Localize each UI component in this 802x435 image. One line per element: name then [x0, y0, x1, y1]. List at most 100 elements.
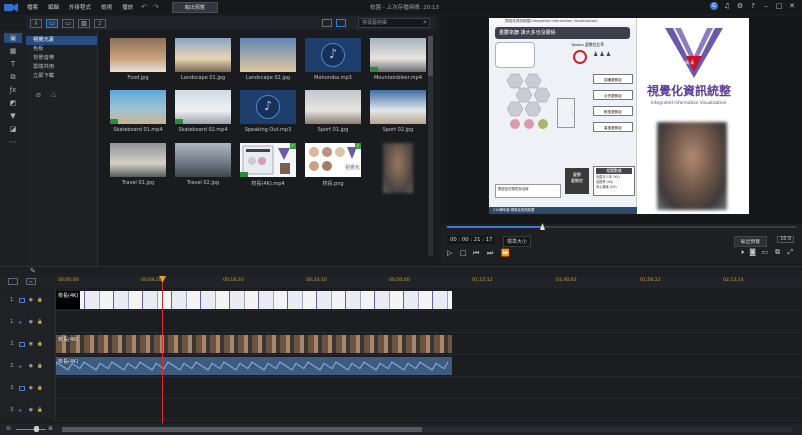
fit-icon[interactable]: ↔ [26, 278, 36, 285]
media-item[interactable]: Travel 02.jpg [175, 143, 231, 186]
media-item[interactable]: Landscape 02.jpg [240, 38, 296, 81]
undo-icon[interactable]: ↶ [138, 3, 150, 11]
menu-edit[interactable]: 編輯 [43, 3, 64, 11]
preview-seekbar[interactable] [447, 223, 796, 230]
visibility-icon[interactable]: ◉ [29, 363, 33, 369]
effect-room-icon[interactable]: ƒx [4, 85, 22, 95]
lock-icon[interactable]: 🔒 [37, 342, 43, 347]
h-scroll-thumb[interactable] [62, 427, 422, 432]
horizontal-scrollbar[interactable] [62, 427, 792, 432]
media-item[interactable]: Food.jpg [110, 38, 166, 81]
minimize-icon[interactable]: – [762, 2, 770, 10]
quality-select[interactable]: 標準大小 [503, 236, 532, 247]
media-item[interactable]: Sport 01.jpg [305, 90, 361, 133]
volume-icon[interactable]: 🕨 [740, 248, 744, 257]
media-item[interactable]: ♪ Speaking Out.mp3 [240, 90, 296, 133]
media-item[interactable]: 視覺化 ✓ 校長.png [305, 143, 361, 187]
aspect-ratio[interactable]: 16:9 [777, 236, 794, 243]
menu-plugins[interactable]: 外掛程式 [64, 3, 96, 11]
display-icon[interactable]: ▭ [761, 248, 768, 256]
title-room-icon[interactable]: T [4, 59, 22, 69]
tag-icon[interactable]: ⌀ [36, 90, 41, 99]
output-preview-tab[interactable]: 輸出預覽 [171, 1, 218, 13]
edit-tool-icon[interactable]: ✎ [30, 267, 36, 275]
import-icon[interactable]: ⇩ [30, 18, 42, 28]
media-room-icon[interactable]: ▣ [4, 33, 22, 43]
timeline-clip[interactable]: 校長(4K) [56, 357, 452, 375]
menu-play[interactable]: 播放 [117, 3, 138, 11]
zoom-knob[interactable] [34, 426, 39, 432]
timeline-track[interactable]: 1. ◉ 🔒 校長(4K) [0, 289, 802, 311]
timecode[interactable]: 00 : 00 : 21 : 17 [447, 236, 496, 244]
lock-icon[interactable]: 🔒 [37, 408, 43, 413]
photo-filter-icon[interactable]: ▭ [62, 18, 74, 28]
timeline-track[interactable]: 3. 🕪 ◉ 🔒 [0, 399, 802, 421]
timeline-clip[interactable]: 校長(4K) [56, 335, 452, 353]
zoom-out-icon[interactable]: ⊖ [6, 425, 11, 432]
category-color[interactable]: 色板 [26, 45, 97, 54]
media-item[interactable]: Skateboard 02.mp4 [175, 90, 231, 133]
particle-room-icon[interactable]: ▼ [4, 111, 22, 121]
settings-icon[interactable]: ⚙ [736, 2, 744, 10]
stop-icon[interactable]: □ [460, 249, 467, 257]
zoom-in-icon[interactable]: ⊕ [48, 425, 53, 432]
fullscreen-icon[interactable]: ⤢ [787, 248, 793, 257]
timeline-track[interactable]: 2. ◉ 🔒 校長(4K) [0, 333, 802, 355]
library-scrollbar[interactable] [428, 36, 433, 256]
media-item[interactable]: Travel 01.jpg [110, 143, 166, 186]
category-download[interactable]: 立即下載 [26, 72, 97, 81]
grid-view-icon[interactable] [336, 19, 346, 27]
close-icon[interactable]: ✕ [788, 2, 796, 10]
search-icon[interactable]: ⌕ [423, 18, 427, 27]
lock-icon[interactable]: 🔒 [37, 364, 43, 369]
visibility-icon[interactable]: ◉ [29, 319, 33, 325]
snapshot-icon[interactable]: ◙ [749, 248, 756, 256]
transition-room-icon[interactable]: ⧉ [4, 72, 22, 82]
redo-icon[interactable]: ↷ [150, 3, 162, 11]
category-music[interactable]: 背景音樂 [26, 54, 97, 63]
play-icon[interactable]: ▷ [447, 249, 452, 257]
template-room-icon[interactable]: ▦ [4, 46, 22, 56]
media-item[interactable]: Skateboard 01.mp4 [110, 90, 166, 133]
notification-icon[interactable]: ♫ [723, 2, 731, 10]
media-item[interactable]: Landscape 01.jpg [175, 38, 231, 81]
timeline-ruler[interactable]: ↔ 00;00;00 00;08;20 00;16;20 00;33;10 00;50;… [0, 276, 802, 288]
search-input[interactable] [358, 18, 430, 28]
image-filter-icon[interactable]: ▨ [78, 18, 90, 28]
lock-icon[interactable]: 🔒 [37, 320, 43, 325]
media-item[interactable]: ♪ Mahoroba.mp3 [305, 38, 361, 81]
scroll-thumb[interactable] [428, 36, 433, 76]
undock-icon[interactable]: ⧉ [775, 248, 780, 257]
playhead[interactable] [162, 276, 163, 424]
video-filter-icon[interactable]: ▭ [46, 18, 58, 28]
timeline-track[interactable]: 1. 🕪 ◉ 🔒 [0, 311, 802, 333]
media-item[interactable]: ✓ 校長(4K).mp4 [240, 143, 296, 187]
track-manager-icon[interactable] [8, 278, 18, 285]
menu-file[interactable]: 檔案 [22, 3, 43, 11]
media-item[interactable]: Sport 02.jpg [370, 90, 426, 133]
zoom-slider[interactable] [16, 429, 46, 430]
menu-view[interactable]: 檢視 [96, 3, 117, 11]
next-frame-icon[interactable]: ⏭ [487, 249, 493, 258]
category-visual[interactable]: 視覺元素 [26, 36, 97, 45]
timeline-clip[interactable]: 校長(4K) [56, 291, 452, 309]
prev-frame-icon[interactable]: ⏮ [473, 249, 479, 258]
account-icon[interactable]: G [710, 2, 718, 10]
pip-room-icon[interactable]: ◩ [4, 98, 22, 108]
media-item[interactable] [370, 143, 426, 196]
visibility-icon[interactable]: ◉ [29, 297, 33, 303]
list-view-icon[interactable] [322, 19, 332, 27]
visibility-icon[interactable]: ◉ [29, 341, 33, 347]
timeline-track[interactable]: 2. 🕪 ◉ 🔒 校長(4K) [0, 355, 802, 377]
media-item[interactable]: Mountainbiker.mp4 [370, 38, 426, 81]
fast-forward-icon[interactable]: ⏩ [501, 249, 510, 257]
subtitle-room-icon[interactable]: ◪ [4, 124, 22, 134]
lock-icon[interactable]: 🔒 [37, 298, 43, 303]
more-icon[interactable]: ⋯ [4, 137, 22, 147]
visibility-icon[interactable]: ◉ [29, 385, 33, 391]
help-icon[interactable]: ? [749, 2, 757, 10]
category-cloud[interactable]: 雲端共用 [26, 63, 97, 72]
visibility-icon[interactable]: ◉ [29, 407, 33, 413]
timeline-track[interactable]: 3. ◉ 🔒 [0, 377, 802, 399]
audio-filter-icon[interactable]: ♪ [94, 18, 106, 28]
